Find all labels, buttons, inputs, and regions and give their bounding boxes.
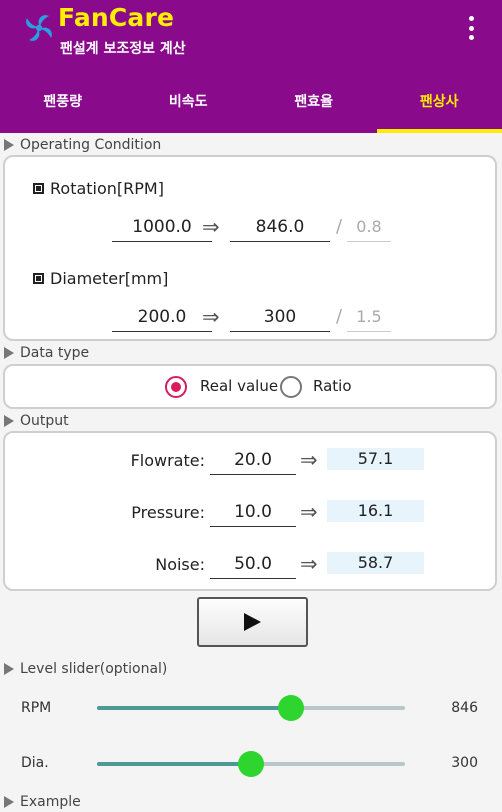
real-value-label[interactable]: Real value [200, 377, 278, 395]
rotation-to-input[interactable]: 846.0 [230, 212, 330, 242]
rpm-slider-label: RPM [21, 700, 51, 716]
rotation-label: Rotation[RPM] [33, 179, 164, 198]
example-section-title: Example [20, 794, 81, 810]
dia-slider[interactable] [97, 762, 405, 766]
right-arrow-icon: ⇒ [300, 497, 318, 527]
output-panel: Flowrate: 20.0 ⇒ 57.1 Pressure: 10.0 ⇒ 1… [3, 431, 497, 591]
calculate-button[interactable] [197, 597, 308, 647]
pressure-label: Pressure: [95, 503, 205, 522]
section-arrow-icon [4, 347, 14, 359]
flowrate-label: Flowrate: [95, 451, 205, 470]
output-section-title: Output [20, 413, 69, 429]
pressure-input[interactable]: 10.0 [210, 497, 296, 527]
pressure-result: 16.1 [327, 500, 424, 522]
app-bar: FanCare 팬설계 보조정보 계산 [0, 0, 502, 69]
datatype-section-title: Data type [20, 345, 89, 361]
slider-section-title: Level slider(optional) [20, 661, 167, 677]
noise-result: 58.7 [327, 552, 424, 574]
operating-panel: Rotation[RPM] 1000.0 ⇒ 846.0 / 0.8 Diame… [3, 155, 497, 341]
dia-slider-fill [97, 762, 251, 766]
noise-input[interactable]: 50.0 [210, 549, 296, 579]
app-title: FanCare [58, 3, 174, 32]
ratio-label[interactable]: Ratio [313, 377, 352, 395]
flowrate-input[interactable]: 20.0 [210, 445, 296, 475]
diameter-to-input[interactable]: 300 [230, 302, 330, 332]
diameter-ratio: 1.5 [347, 302, 391, 332]
ratio-radio[interactable] [280, 376, 302, 398]
fan-logo-icon [23, 12, 55, 44]
operating-section-header: Operating Condition [0, 135, 161, 155]
datatype-section-header: Data type [0, 343, 89, 363]
example-section-header: Example [0, 792, 81, 812]
output-section-header: Output [0, 411, 69, 431]
square-bullet-icon [33, 183, 44, 194]
rotation-ratio: 0.8 [347, 212, 391, 242]
slider-section-header: Level slider(optional) [0, 659, 167, 679]
section-arrow-icon [4, 139, 14, 151]
tab-bar: 팬풍량 비속도 팬효율 팬상사 [0, 69, 502, 133]
tab-fan-similarity[interactable]: 팬상사 [377, 69, 502, 133]
dia-slider-value: 300 [451, 755, 478, 771]
play-icon [244, 613, 261, 631]
operating-section-title: Operating Condition [20, 137, 161, 153]
tab-fan-flow[interactable]: 팬풍량 [0, 69, 126, 133]
right-arrow-icon: ⇒ [202, 302, 220, 332]
rpm-slider[interactable] [97, 706, 405, 710]
app-subtitle: 팬설계 보조정보 계산 [60, 38, 186, 58]
square-bullet-icon [33, 273, 44, 284]
rpm-slider-fill [97, 706, 291, 710]
rotation-from-input[interactable]: 1000.0 [112, 212, 212, 242]
noise-label: Noise: [95, 555, 205, 574]
slash-divider: / [336, 212, 342, 242]
slash-divider: / [336, 302, 342, 332]
diameter-label: Diameter[mm] [33, 269, 168, 288]
section-arrow-icon [4, 663, 14, 675]
rpm-slider-value: 846 [451, 700, 478, 716]
real-value-radio[interactable] [165, 376, 187, 398]
right-arrow-icon: ⇒ [300, 445, 318, 475]
right-arrow-icon: ⇒ [202, 212, 220, 242]
section-arrow-icon [4, 415, 14, 427]
dia-slider-label: Dia. [21, 755, 49, 771]
overflow-menu-icon[interactable] [462, 14, 480, 42]
tab-fan-efficiency[interactable]: 팬효율 [251, 69, 377, 133]
dia-slider-thumb[interactable] [238, 751, 264, 777]
tab-specific-speed[interactable]: 비속도 [126, 69, 252, 133]
flowrate-result: 57.1 [327, 448, 424, 470]
datatype-panel: Real value Ratio [3, 364, 497, 409]
diameter-from-input[interactable]: 200.0 [112, 302, 212, 332]
rpm-slider-thumb[interactable] [278, 695, 304, 721]
section-arrow-icon [4, 796, 14, 808]
right-arrow-icon: ⇒ [300, 549, 318, 579]
